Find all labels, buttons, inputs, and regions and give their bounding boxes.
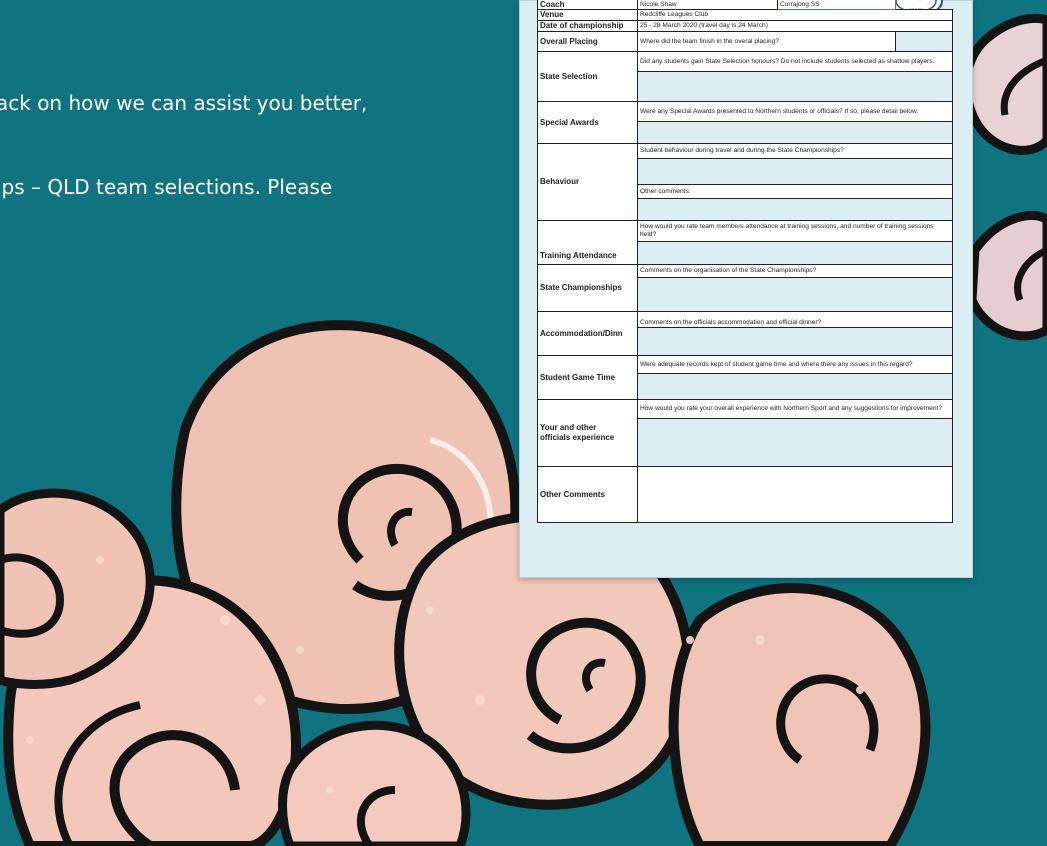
accommodation-question: Comments on the officials accommodation … [637,311,953,328]
training-attendance-label: Training Attendance [537,220,638,265]
training-attendance-question: How would you rate team members attendan… [637,220,953,242]
slide-text-line-1: ack on how we can assist you better, [0,91,368,115]
behaviour-answer[interactable] [637,158,953,185]
accommodation-label: Accommodation/Dinn [537,311,638,356]
state-selection-label: State Selection [537,51,638,102]
student-game-time-answer[interactable] [637,373,953,400]
officials-experience-answer[interactable] [637,418,953,467]
behaviour-other-question: Other comments: [637,184,953,199]
coach-value[interactable]: Nicole Shaw [637,0,778,10]
overall-placing-answer[interactable] [895,31,953,52]
overall-placing-label: Overall Placing [537,31,638,52]
special-awards-answer[interactable] [637,121,953,144]
slide-text-line-2: ips – QLD team selections. Please [0,175,333,199]
behaviour-label: Behaviour [537,143,638,221]
date-label: Date of championship [537,20,638,32]
overall-placing-question: Where did the team finish in the overal … [637,31,896,52]
state-selection-question: Did any students gain State Selection ho… [637,51,953,72]
state-championships-question: Comments on the organisation of the Stat… [637,264,953,278]
blossom-bottom-right [668,582,931,846]
officials-experience-label-line-1: Your and other [540,423,597,432]
date-value[interactable]: 25 - 28 March 2020 (travel day is 24 Mar… [637,20,953,32]
venue-value[interactable]: Redcliffe Leagues Club [637,9,953,21]
state-championships-label: State Championships [537,264,638,312]
officials-experience-question: How would you rate your overall experien… [637,399,953,419]
blossom-bottom-center [278,720,471,846]
officials-experience-label-line-2: officials experience [540,433,615,442]
championship-feedback-table: Coach Nicole Shaw Currajong SS Venue Red… [537,0,953,523]
special-awards-label: Special Awards [537,101,638,144]
student-game-time-question: Were adequate records kept of student ga… [637,355,953,374]
behaviour-question: Student behaviour during travel and duri… [637,143,953,159]
logo-cell [896,0,953,10]
other-comments-label: Other Comments [537,466,638,523]
feedback-form-card: SPORT Coach Nicole Shaw Currajong SS Ven… [519,0,973,578]
special-awards-question: Were any Special Awards presented to Nor… [637,101,953,122]
other-comments-answer[interactable] [637,466,953,523]
officials-experience-label: Your and other officials experience [537,399,638,467]
behaviour-other-answer[interactable] [637,198,953,221]
accommodation-answer[interactable] [637,327,953,356]
training-attendance-answer[interactable] [637,241,953,265]
state-selection-answer[interactable] [637,71,953,102]
venue-label: Venue [537,9,638,21]
school-value[interactable]: Currajong SS [777,0,896,10]
student-game-time-label: Student Game Time [537,355,638,400]
coach-label: Coach [537,0,638,10]
state-championships-answer[interactable] [637,277,953,312]
blossom-top-right [961,13,1047,341]
